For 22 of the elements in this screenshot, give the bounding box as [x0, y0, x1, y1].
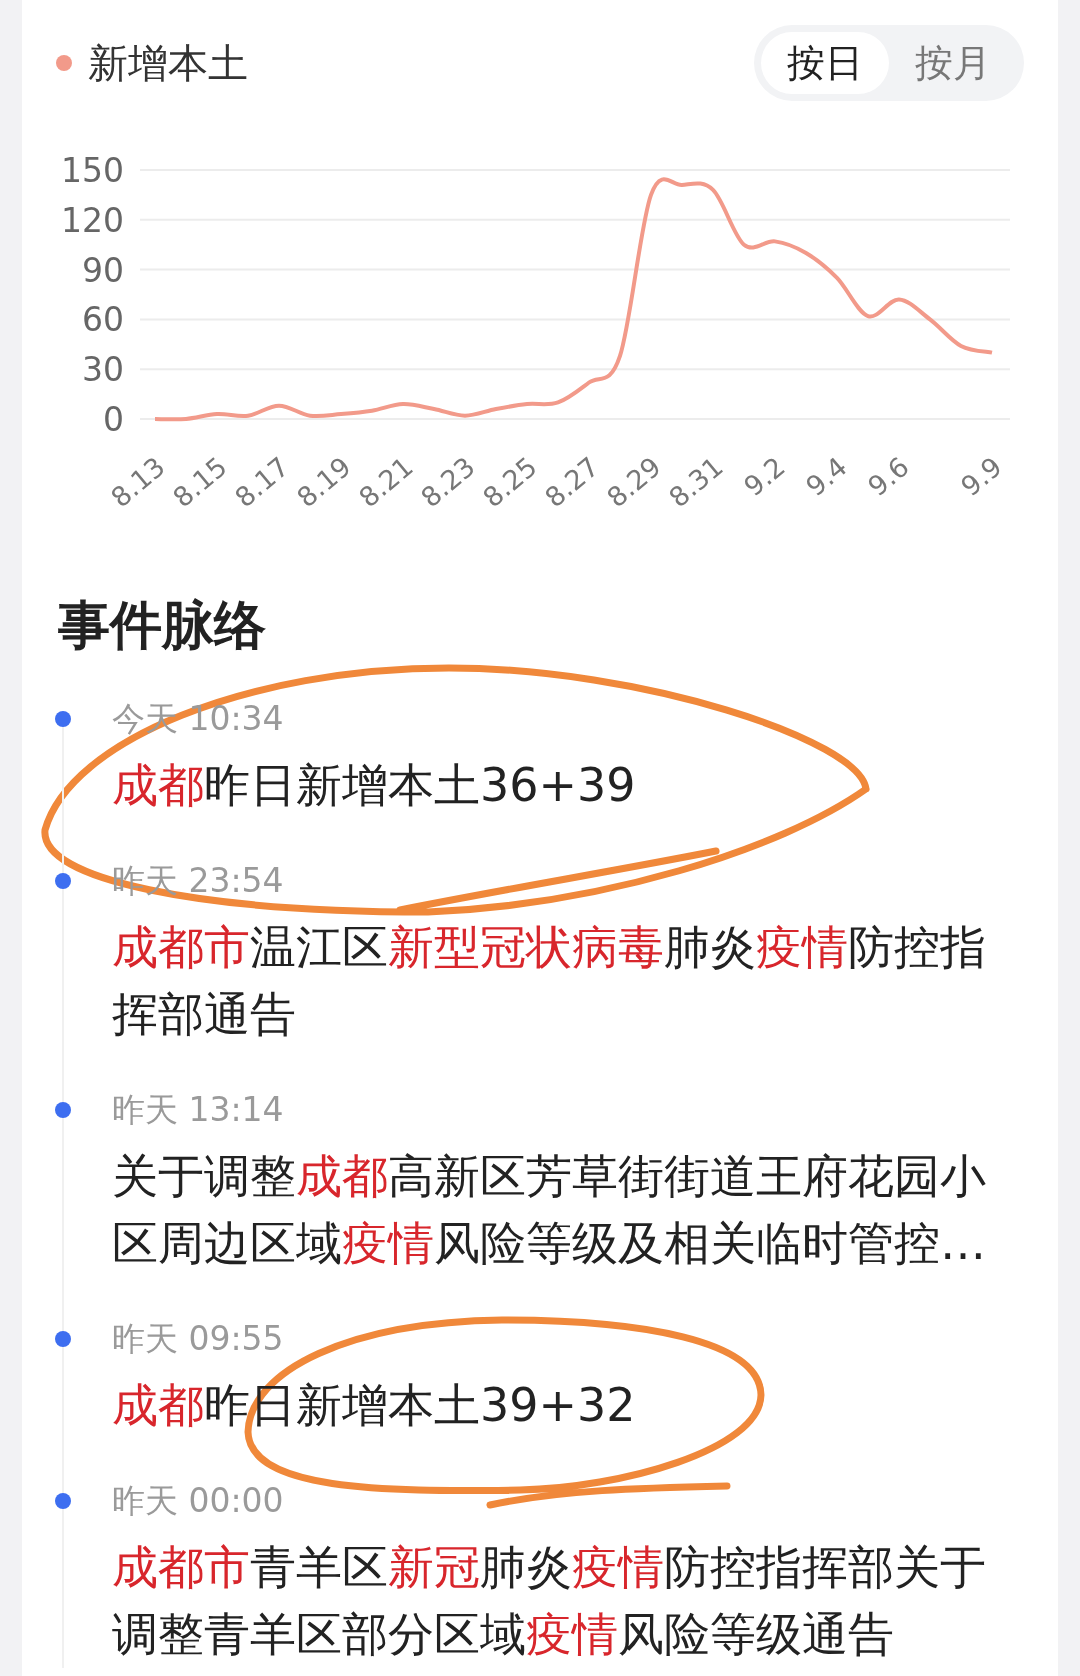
axis-label: 9.4 [800, 450, 853, 503]
event-headline[interactable]: 关于调整成都高新区芳草街街道王府花园小区周边区域疫情风险等级及相关临时管控… [112, 1143, 1012, 1277]
axis-label: 60 [82, 300, 124, 340]
axis-label: 9.6 [862, 450, 915, 503]
event-time: 昨天 00:00 [112, 1480, 284, 1522]
axis-label: 120 [61, 200, 124, 240]
axis-label: 0 [103, 400, 124, 439]
toggle-tab[interactable]: 按日 [761, 32, 889, 94]
section-title: 事件脉络 [58, 595, 267, 655]
axis-label: 150 [61, 151, 124, 190]
event-headline[interactable]: 成都昨日新增本土39+32 [112, 1372, 1012, 1439]
event-time: 昨天 09:55 [112, 1318, 284, 1360]
event-headline[interactable]: 成都市温江区新型冠状病毒肺炎疫情防控指挥部通告 [112, 914, 1012, 1048]
event-time: 昨天 13:14 [112, 1089, 284, 1131]
axis-label: 30 [82, 350, 124, 390]
axis-label: 9.9 [955, 450, 1008, 503]
event-headline[interactable]: 成都昨日新增本土36+39 [112, 752, 1012, 819]
axis-label: 9.2 [738, 450, 791, 503]
event-headline[interactable]: 成都市青羊区新冠肺炎疫情防控指挥部关于调整青羊区部分区域疫情风险等级通告 [112, 1534, 1012, 1668]
axis-label: 90 [82, 250, 124, 290]
legend-label: 新增本土 [88, 39, 248, 88]
toggle-tab[interactable]: 按月 [889, 32, 1017, 94]
